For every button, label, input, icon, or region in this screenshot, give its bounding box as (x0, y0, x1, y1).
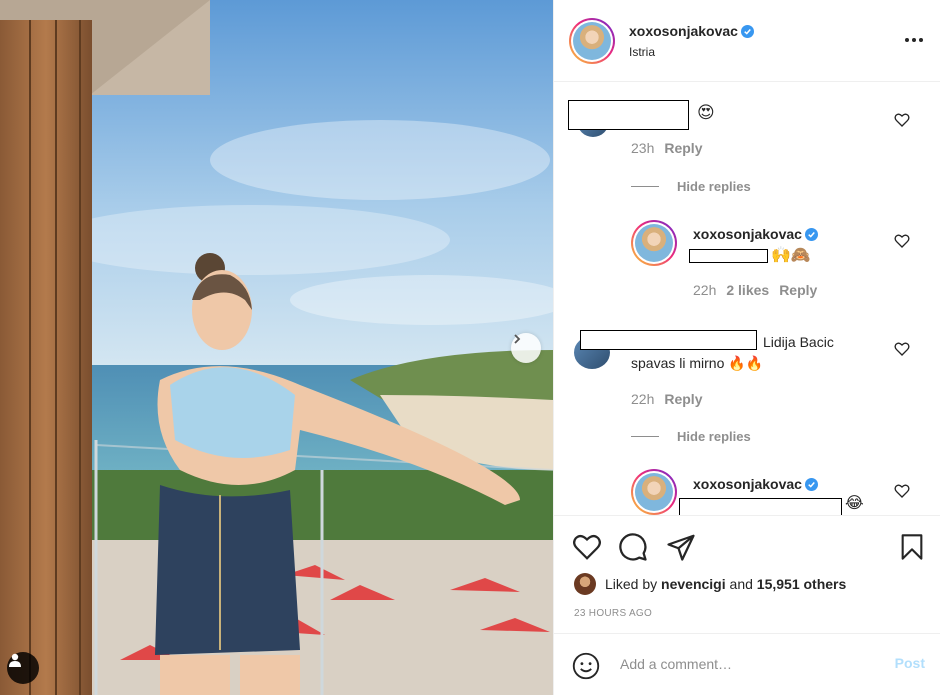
hide-replies-button[interactable]: Hide replies (631, 179, 751, 194)
next-photo-button[interactable] (511, 333, 541, 363)
verified-badge-icon (804, 478, 818, 491)
heart-icon[interactable] (894, 233, 910, 249)
heart-icon[interactable] (894, 341, 910, 357)
comment-composer: Post (554, 633, 940, 695)
hide-replies-label: Hide replies (677, 179, 751, 194)
post-header: xoxosonjakovac Istria (554, 0, 940, 82)
liker-username[interactable]: nevencigi (661, 576, 726, 592)
author-avatar[interactable] (569, 18, 615, 64)
redacted-mention (679, 498, 842, 515)
redacted-username (568, 100, 689, 130)
photo-illustration (0, 0, 553, 695)
reply-author-avatar[interactable] (631, 220, 677, 266)
comment-text: 😍 (697, 103, 715, 122)
verified-badge-icon (740, 25, 754, 38)
reply-time: 22h (693, 282, 717, 298)
bookmark-icon[interactable] (898, 532, 926, 562)
tagged-users-button[interactable] (7, 652, 39, 684)
more-options-icon (905, 38, 923, 42)
comments-list: 😍 23h Reply Hide replies xoxosonjakovac (554, 83, 940, 515)
comment-text-line2: spavas li mirno 🔥🔥 (631, 355, 764, 371)
more-options-button[interactable] (903, 30, 925, 50)
hide-replies-label: Hide replies (677, 429, 751, 444)
likes-prefix: Liked by (605, 576, 658, 592)
liker-avatar[interactable] (574, 573, 596, 595)
chevron-right-icon (514, 334, 521, 344)
reply-author-username[interactable]: xoxosonjakovac (693, 226, 802, 242)
reply-button[interactable]: Reply (779, 282, 817, 298)
smiley-icon[interactable] (572, 652, 600, 680)
post-comment-button[interactable]: Post (895, 655, 925, 671)
reply-text: 🙌🙈 (771, 247, 811, 264)
heart-icon[interactable] (894, 483, 910, 499)
user-icon (9, 653, 21, 667)
likes-conjunction: and (729, 576, 753, 592)
comment-text-line1: Lidija Bacic (763, 334, 834, 350)
likes-others-link[interactable]: 15,951 others (757, 576, 847, 592)
verified-badge-icon (804, 228, 818, 241)
redacted-username (580, 330, 757, 350)
redacted-mention (689, 249, 768, 263)
heart-icon[interactable] (572, 532, 602, 562)
reply-author-avatar[interactable] (631, 469, 677, 515)
instagram-post-view: xoxosonjakovac Istria 😍 23h Reply Hide re… (0, 0, 940, 695)
reply-button[interactable]: Reply (664, 391, 702, 407)
post-actions: Liked by nevencigi and 15,951 others 23 … (554, 515, 940, 633)
comment-input[interactable] (620, 653, 880, 675)
reply-text: 😂 (845, 495, 864, 512)
reply-button[interactable]: Reply (664, 140, 702, 156)
post-location[interactable]: Istria (629, 45, 655, 59)
likes-summary: Liked by nevencigi and 15,951 others (574, 573, 846, 595)
post-photo[interactable] (0, 0, 553, 695)
post-side-panel: xoxosonjakovac Istria 😍 23h Reply Hide re… (553, 0, 940, 695)
author-username[interactable]: xoxosonjakovac (629, 23, 738, 39)
post-timestamp[interactable]: 23 HOURS AGO (574, 608, 652, 619)
heart-icon[interactable] (894, 112, 910, 128)
reply-author-username[interactable]: xoxosonjakovac (693, 476, 802, 492)
share-icon[interactable] (666, 532, 696, 562)
comment-time: 22h (631, 391, 655, 407)
reply-likes[interactable]: 2 likes (726, 282, 769, 298)
hide-replies-button[interactable]: Hide replies (631, 429, 751, 444)
comment-time: 23h (631, 140, 655, 156)
comment-icon[interactable] (618, 532, 648, 562)
